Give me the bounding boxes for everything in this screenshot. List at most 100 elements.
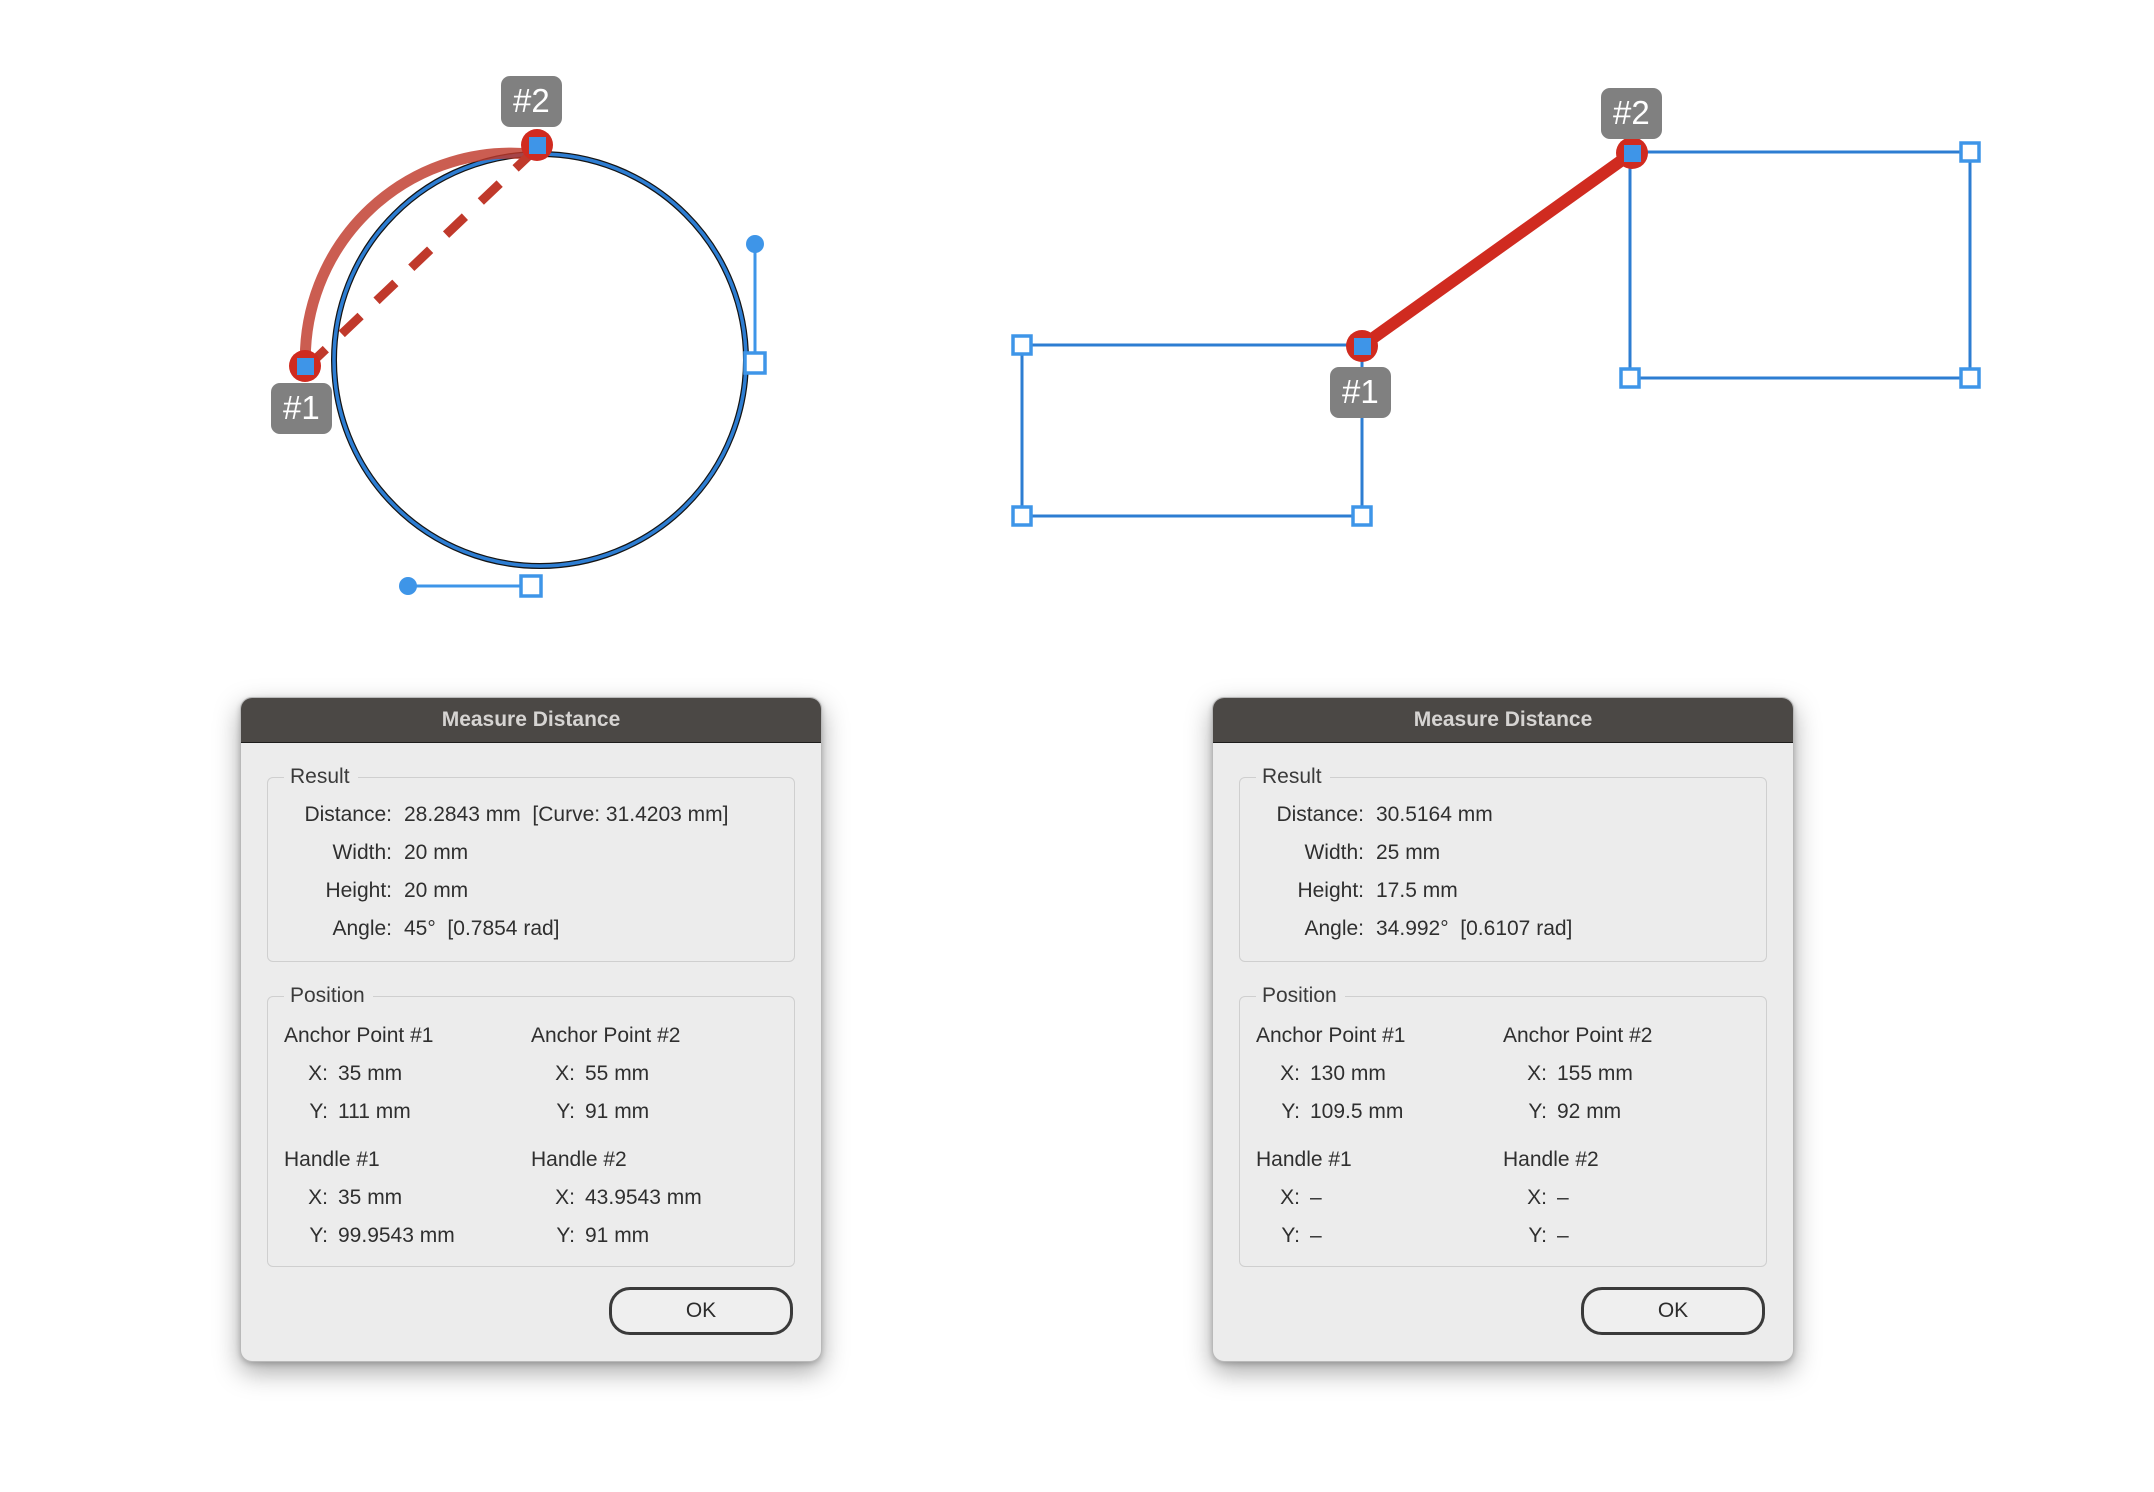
circle-measure-point-2-square[interactable] (529, 137, 546, 154)
anchor-points-row: Anchor Point #1 X: 130 mm Y: 109.5 mm An… (1256, 1022, 1750, 1124)
angle-label: Angle: (1304, 917, 1364, 940)
handle-1-x-value: – (1310, 1186, 1322, 1209)
handle-2-y: Y: – (1503, 1224, 1750, 1248)
anchor-point-1-y: Y: 111 mm (284, 1100, 531, 1124)
result-row-height: Height: 20 mm (284, 879, 778, 903)
handle-1-y-key: Y: (1281, 1224, 1300, 1247)
result-row-distance: Distance: 28.2843 mm [Curve: 31.4203 mm] (284, 803, 778, 827)
handle-1-x: X: – (1256, 1186, 1503, 1210)
dialog-body: Result Distance: 28.2843 mm [Curve: 31.4… (241, 743, 821, 1361)
handle-2-y-key: Y: (556, 1224, 575, 1247)
angle-label: Angle: (332, 917, 392, 940)
anchor-point-2-x-key: X: (1527, 1062, 1547, 1085)
angle-value: 45° [0.7854 rad] (404, 917, 560, 940)
result-row-angle: Angle: 34.992° [0.6107 rad] (1256, 917, 1750, 941)
ok-button[interactable]: OK (1581, 1287, 1765, 1335)
canvas-svg (289, 129, 1981, 598)
handle-2-y-value: – (1557, 1224, 1569, 1247)
circle-anchor-square-bottom[interactable] (519, 574, 543, 598)
position-spacer (1256, 1124, 1750, 1146)
anchor-point-2-x-value: 55 mm (585, 1062, 650, 1085)
rectangle-1-stroke[interactable] (1020, 343, 1364, 518)
measure-distance-dialog-right[interactable]: Measure Distance Result Distance: 30.516… (1212, 697, 1794, 1362)
handle-2-x: X: – (1503, 1186, 1750, 1210)
handle-2-x-value: 43.9543 mm (585, 1186, 702, 1209)
height-value: 20 mm (404, 879, 469, 902)
anchor-point-1-y-value: 109.5 mm (1310, 1100, 1404, 1123)
dialog-title: Measure Distance (441, 708, 621, 731)
anchor-point-2-x-value: 155 mm (1557, 1062, 1633, 1085)
badge-circle-point-2: #2 (501, 76, 562, 127)
anchor-point-1-y-key: Y: (1281, 1100, 1300, 1123)
handle-2-x-key: X: (555, 1186, 575, 1209)
handle-2-y-key: Y: (1528, 1224, 1547, 1247)
rectangle-2-handle-br[interactable] (1959, 367, 1981, 389)
circle-handle-dot-bottom[interactable] (399, 577, 417, 595)
anchor-point-1-x-value: 130 mm (1310, 1062, 1386, 1085)
anchor-point-2-y-key: Y: (1528, 1100, 1547, 1123)
badge-rect-point-2: #2 (1601, 88, 1662, 139)
handles-row: Handle #1 X: 35 mm Y: 99.9543 mm Handle … (284, 1146, 778, 1248)
position-group: Position Anchor Point #1 X: 130 mm Y: 10… (1239, 984, 1767, 1267)
circle-measure-point-1-square[interactable] (297, 358, 314, 375)
rectangle-2-handle-bl[interactable] (1619, 367, 1641, 389)
dialog-footer: OK (267, 1283, 795, 1343)
result-group: Result Distance: 30.5164 mm Width: 25 mm… (1239, 765, 1767, 962)
circle-handle-dot-right[interactable] (746, 235, 764, 253)
height-label: Height: (325, 879, 392, 902)
ok-button[interactable]: OK (609, 1287, 793, 1335)
handle-1-y-key: Y: (309, 1224, 328, 1247)
anchor-points-row: Anchor Point #1 X: 35 mm Y: 111 mm Ancho… (284, 1022, 778, 1124)
handle-1-column: Handle #1 X: – Y: – (1256, 1146, 1503, 1248)
rectangle-2-handle-tr[interactable] (1959, 141, 1981, 163)
dialog-titlebar[interactable]: Measure Distance (241, 698, 821, 743)
circle-anchor-square-right[interactable] (743, 351, 767, 375)
handle-1-y: Y: – (1256, 1224, 1503, 1248)
width-value: 20 mm (404, 841, 469, 864)
vector-canvas[interactable]: #2 #1 #2 #1 (0, 0, 2154, 660)
handle-1-y-value: – (1310, 1224, 1322, 1247)
circle-path-outline (331, 151, 749, 569)
position-group-legend: Position (290, 984, 365, 1007)
height-label: Height: (1297, 879, 1364, 902)
anchor-point-2-y: Y: 92 mm (1503, 1100, 1750, 1124)
handle-2-column: Handle #2 X: – Y: – (1503, 1146, 1750, 1248)
handle-1-y-value: 99.9543 mm (338, 1224, 455, 1247)
position-group: Position Anchor Point #1 X: 35 mm Y: 111… (267, 984, 795, 1267)
result-row-width: Width: 20 mm (284, 841, 778, 865)
anchor-point-1-column: Anchor Point #1 X: 130 mm Y: 109.5 mm (1256, 1022, 1503, 1124)
rectangle-1-outline (1020, 343, 1364, 518)
width-value: 25 mm (1376, 841, 1441, 864)
rect-measure-point-2-square[interactable] (1624, 145, 1641, 162)
measured-chord-dashed (303, 145, 540, 371)
result-row-distance: Distance: 30.5164 mm (1256, 803, 1750, 827)
width-label: Width: (1304, 841, 1364, 864)
dialog-footer: OK (1239, 1283, 1767, 1343)
anchor-point-2-column: Anchor Point #2 X: 55 mm Y: 91 mm (531, 1022, 778, 1124)
handle-2-heading: Handle #2 (1503, 1148, 1599, 1171)
handle-2-y: Y: 91 mm (531, 1224, 778, 1248)
handle-2-x-key: X: (1527, 1186, 1547, 1209)
distance-label: Distance: (1276, 803, 1364, 826)
rectangle-2-stroke[interactable] (1628, 150, 1972, 380)
handle-2-heading: Handle #2 (531, 1148, 627, 1171)
handle-2-y-value: 91 mm (585, 1224, 650, 1247)
badge-rect-point-1: #1 (1330, 367, 1391, 418)
rectangle-1-handle-tl[interactable] (1011, 334, 1033, 356)
rectangle-1-handle-br[interactable] (1351, 505, 1373, 527)
handle-1-x-value: 35 mm (338, 1186, 403, 1209)
handle-1-x: X: 35 mm (284, 1186, 531, 1210)
anchor-point-1-x-key: X: (1280, 1062, 1300, 1085)
measure-distance-dialog-left[interactable]: Measure Distance Result Distance: 28.284… (240, 697, 822, 1362)
anchor-point-1-y: Y: 109.5 mm (1256, 1100, 1503, 1124)
handle-2-x: X: 43.9543 mm (531, 1186, 778, 1210)
angle-value: 34.992° [0.6107 rad] (1376, 917, 1573, 940)
rect-measure-point-1-square[interactable] (1354, 338, 1371, 355)
handles-row: Handle #1 X: – Y: – Handle #2 X: – Y: – (1256, 1146, 1750, 1248)
rectangle-1-handle-bl[interactable] (1011, 505, 1033, 527)
anchor-point-1-x-key: X: (308, 1062, 328, 1085)
anchor-point-1-heading: Anchor Point #1 (284, 1024, 434, 1047)
dialog-titlebar[interactable]: Measure Distance (1213, 698, 1793, 743)
anchor-point-2-y: Y: 91 mm (531, 1100, 778, 1124)
handle-1-column: Handle #1 X: 35 mm Y: 99.9543 mm (284, 1146, 531, 1248)
